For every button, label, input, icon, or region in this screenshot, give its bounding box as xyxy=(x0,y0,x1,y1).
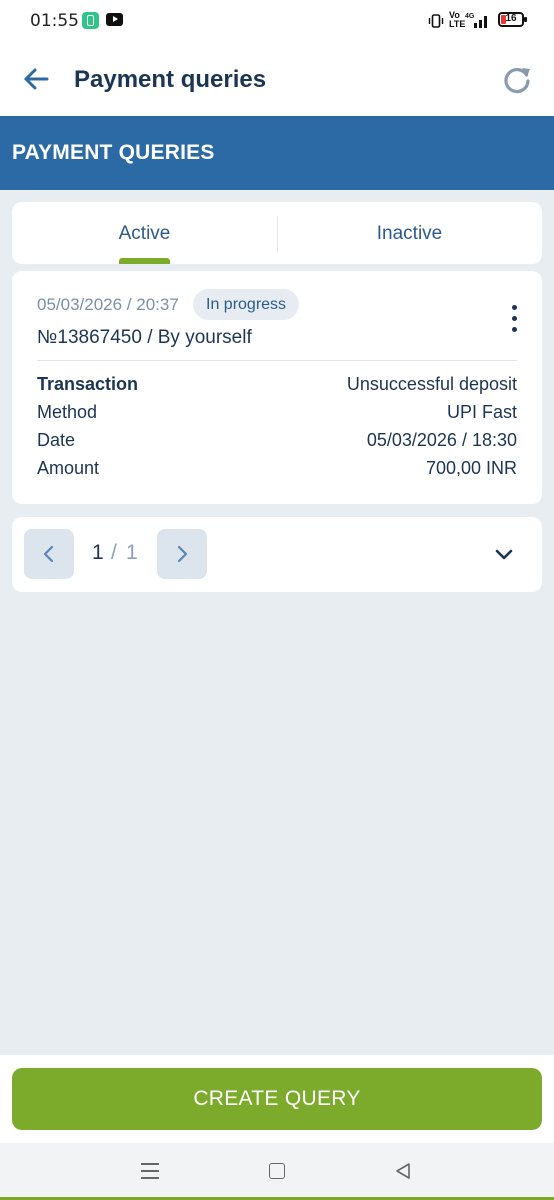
home-icon[interactable] xyxy=(269,1163,285,1179)
battery-icon: 16 xyxy=(498,12,527,27)
detail-row-date: Date 05/03/2026 / 18:30 xyxy=(37,430,517,454)
detail-value: Unsuccessful deposit xyxy=(346,374,517,394)
query-datetime: 05/03/2026 / 20:37 xyxy=(37,295,179,314)
refresh-icon[interactable] xyxy=(500,63,534,97)
tab-inactive-label: Inactive xyxy=(376,223,443,244)
tab-inactive[interactable]: Inactive xyxy=(277,202,542,264)
detail-label: Date xyxy=(37,430,76,450)
chevron-right-icon xyxy=(177,545,188,563)
next-page-button[interactable] xyxy=(157,529,207,579)
query-card[interactable]: 05/03/2026 / 20:37 In progress №13867450… xyxy=(12,271,542,504)
chevron-left-icon xyxy=(43,545,54,563)
current-page: 1 xyxy=(92,541,104,564)
signal-icon: 4G xyxy=(465,13,487,28)
chevron-down-icon[interactable] xyxy=(492,542,516,566)
page-separator: / xyxy=(111,541,117,564)
detail-value: 700,00 INR xyxy=(425,458,517,478)
status-tabs: Active Inactive xyxy=(12,202,542,264)
create-query-button[interactable]: CREATE QUERY xyxy=(12,1068,542,1130)
status-badge: In progress xyxy=(193,289,300,320)
system-nav-bar xyxy=(0,1143,554,1200)
bottom-action-area: CREATE QUERY xyxy=(0,1055,554,1143)
youtube-icon xyxy=(106,13,123,26)
page-title: Payment queries xyxy=(74,66,267,93)
messaging-app-icon xyxy=(82,12,99,29)
app-bar: Payment queries xyxy=(0,42,554,116)
vibrate-icon xyxy=(428,14,444,28)
battery-level-text: 16 xyxy=(505,13,517,24)
recent-apps-icon[interactable] xyxy=(141,1163,159,1179)
detail-row-method: Method UPI Fast xyxy=(37,402,517,426)
svg-text:4G: 4G xyxy=(465,13,475,20)
detail-row-amount: Amount 700,00 INR xyxy=(37,458,517,482)
card-divider xyxy=(37,360,517,361)
pagination: 1 / 1 xyxy=(12,517,542,592)
detail-row-transaction: Transaction Unsuccessful deposit xyxy=(37,374,517,398)
tab-active[interactable]: Active xyxy=(12,202,277,264)
tab-active-label: Active xyxy=(118,223,171,244)
status-bar: 01:55 Vo LTE 4G 16 xyxy=(0,0,554,42)
back-triangle-icon[interactable] xyxy=(394,1162,412,1180)
detail-label: Amount xyxy=(37,458,100,478)
detail-value: 05/03/2026 / 18:30 xyxy=(366,430,517,450)
banner-title: PAYMENT QUERIES xyxy=(12,141,215,164)
query-number: №13867450 / By yourself xyxy=(37,327,252,348)
detail-label: Method xyxy=(37,402,98,422)
status-time: 01:55 xyxy=(30,11,79,31)
more-options-icon[interactable] xyxy=(502,301,526,337)
detail-label: Transaction xyxy=(37,374,139,394)
detail-value: UPI Fast xyxy=(446,402,517,422)
back-arrow-icon[interactable] xyxy=(20,62,54,96)
tab-active-indicator xyxy=(119,258,170,264)
volte-indicator: Vo LTE xyxy=(449,10,466,29)
total-pages: 1 xyxy=(126,541,138,564)
previous-page-button[interactable] xyxy=(24,529,74,579)
section-banner: PAYMENT QUERIES xyxy=(0,116,554,190)
